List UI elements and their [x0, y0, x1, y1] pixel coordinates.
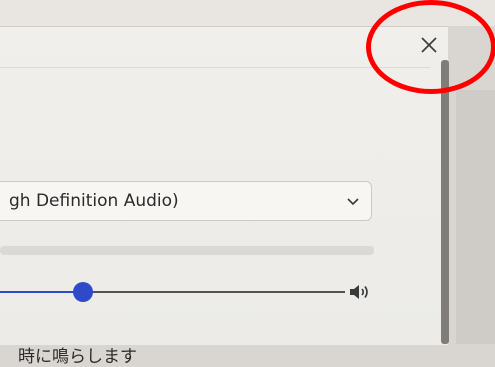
scrollbar[interactable]	[441, 60, 449, 344]
chevron-down-icon	[347, 198, 359, 206]
close-icon	[421, 37, 437, 53]
volume-slider[interactable]	[0, 279, 345, 305]
disabled-level-bar	[0, 246, 374, 255]
window-edge	[456, 90, 495, 344]
output-device-value: gh Definition Audio)	[9, 191, 179, 211]
close-button[interactable]	[414, 30, 444, 60]
background-window	[0, 0, 495, 26]
header-divider	[0, 67, 430, 68]
speaker-volume-icon[interactable]	[348, 282, 372, 302]
volume-slider-track	[82, 291, 345, 293]
sound-settings-dialog: gh Definition Audio) 時に鳴らします	[0, 26, 448, 367]
play-sound-option-label: 時に鳴らします	[18, 347, 137, 367]
volume-slider-thumb[interactable]	[72, 282, 93, 302]
volume-slider-fill	[0, 291, 83, 293]
output-device-select[interactable]: gh Definition Audio)	[0, 181, 372, 221]
